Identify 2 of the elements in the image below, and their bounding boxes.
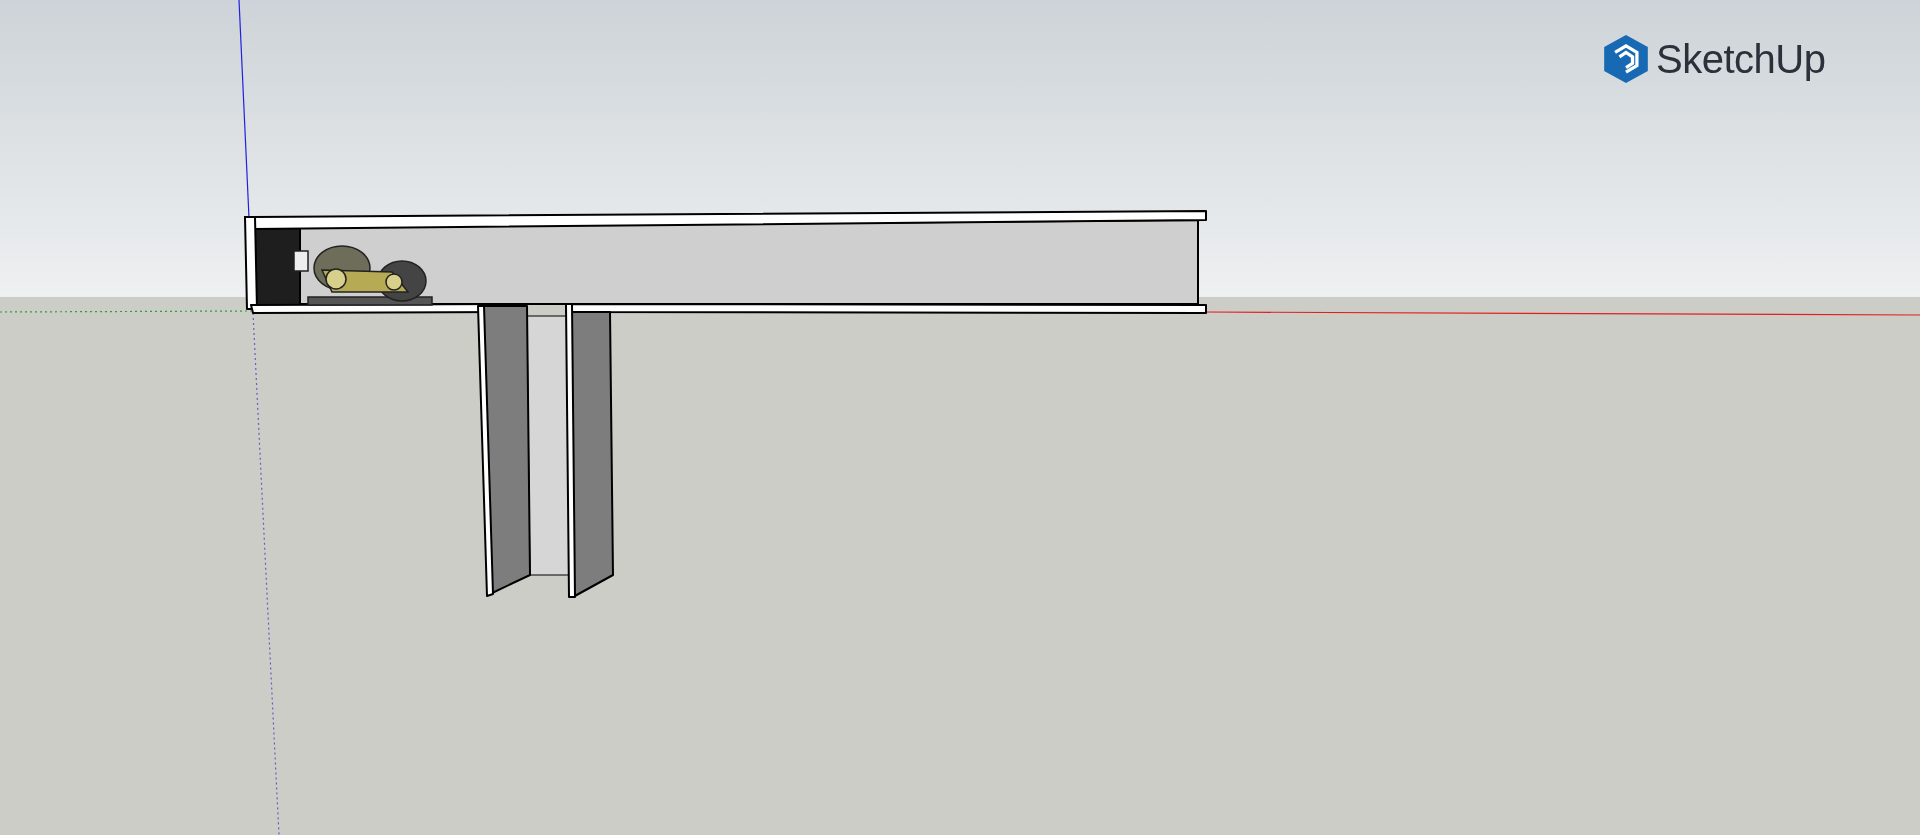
- cube-logo-icon: [1604, 35, 1648, 83]
- logo-text: SketchUp: [1656, 36, 1826, 82]
